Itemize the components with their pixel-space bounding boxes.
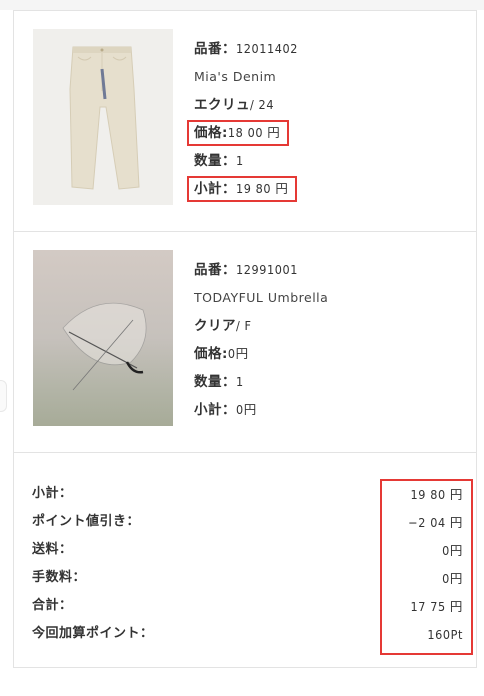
item-name[interactable]: Mia's Denim: [194, 69, 276, 84]
summary-values-highlight: 19 80 円 −2 04 円 0円 0円 17 75 円 160Pt: [380, 479, 473, 655]
summary-total-value: 17 75 円: [410, 599, 463, 614]
summary-subtotal-value: 19 80 円: [410, 487, 463, 502]
item-size: / F: [236, 318, 252, 333]
item-details: 品番：12011402 Mia's Denim エクリュ/ 24 価格:18 0…: [187, 35, 299, 203]
item-code: 12011402: [236, 41, 299, 56]
item-color: エクリュ: [194, 97, 250, 113]
summary-point-discount-label: ポイント値引き：: [32, 514, 141, 529]
summary-labels: 小計： ポイント値引き： 送料： 手数料： 合計： 今回加算ポイント：: [32, 480, 154, 648]
item-price-label: 価格:: [194, 346, 228, 362]
summary-points-earned-value: 160Pt: [427, 627, 463, 642]
item-code-label: 品番：: [194, 41, 236, 57]
item-name[interactable]: TODAYFUL Umbrella: [194, 290, 328, 305]
product-image-umbrella[interactable]: [33, 250, 173, 426]
item-qty-label: 数量：: [194, 153, 236, 169]
summary-points-earned-label: 今回加算ポイント：: [32, 626, 154, 641]
item-subtotal: 19 80 円: [236, 181, 289, 196]
item-color: クリア: [194, 318, 236, 334]
subtotal-highlight: 小計：19 80 円: [187, 176, 298, 202]
item-details: 品番：12991001 TODAYFUL Umbrella クリア/ F 価格:…: [194, 256, 328, 424]
item-price: 18 00 円: [227, 125, 281, 140]
summary-point-discount-value: −2 04 円: [408, 515, 463, 530]
side-handle[interactable]: [0, 380, 7, 412]
cart-item-card: 品番：12991001 TODAYFUL Umbrella クリア/ F 価格:…: [13, 231, 477, 453]
denim-illustration: [33, 29, 173, 205]
umbrella-illustration: [33, 250, 173, 426]
item-subtotal-label: 小計：: [194, 181, 236, 197]
price-highlight: 価格:18 00 円: [187, 120, 290, 146]
item-subtotal-label: 小計：: [194, 402, 236, 418]
cart-item-card: 品番：12011402 Mia's Denim エクリュ/ 24 価格:18 0…: [13, 10, 477, 232]
summary-fee-value: 0円: [442, 571, 463, 586]
order-summary: 小計： ポイント値引き： 送料： 手数料： 合計： 今回加算ポイント： 19 8…: [13, 452, 477, 668]
item-size: / 24: [250, 97, 275, 112]
item-price: 0円: [227, 346, 249, 361]
summary-shipping-value: 0円: [442, 543, 463, 558]
item-subtotal: 0円: [236, 402, 257, 417]
summary-fee-label: 手数料：: [32, 570, 87, 585]
summary-total-label: 合計：: [32, 598, 73, 613]
summary-subtotal-label: 小計：: [32, 486, 73, 501]
item-qty: 1: [236, 374, 244, 389]
item-code: 12991001: [236, 262, 299, 277]
item-price-label: 価格:: [194, 125, 228, 141]
item-qty: 1: [236, 153, 244, 168]
top-strip: [0, 0, 484, 10]
product-image-denim[interactable]: [33, 29, 173, 205]
item-qty-label: 数量：: [194, 374, 236, 390]
item-code-label: 品番：: [194, 262, 236, 278]
summary-shipping-label: 送料：: [32, 542, 73, 557]
